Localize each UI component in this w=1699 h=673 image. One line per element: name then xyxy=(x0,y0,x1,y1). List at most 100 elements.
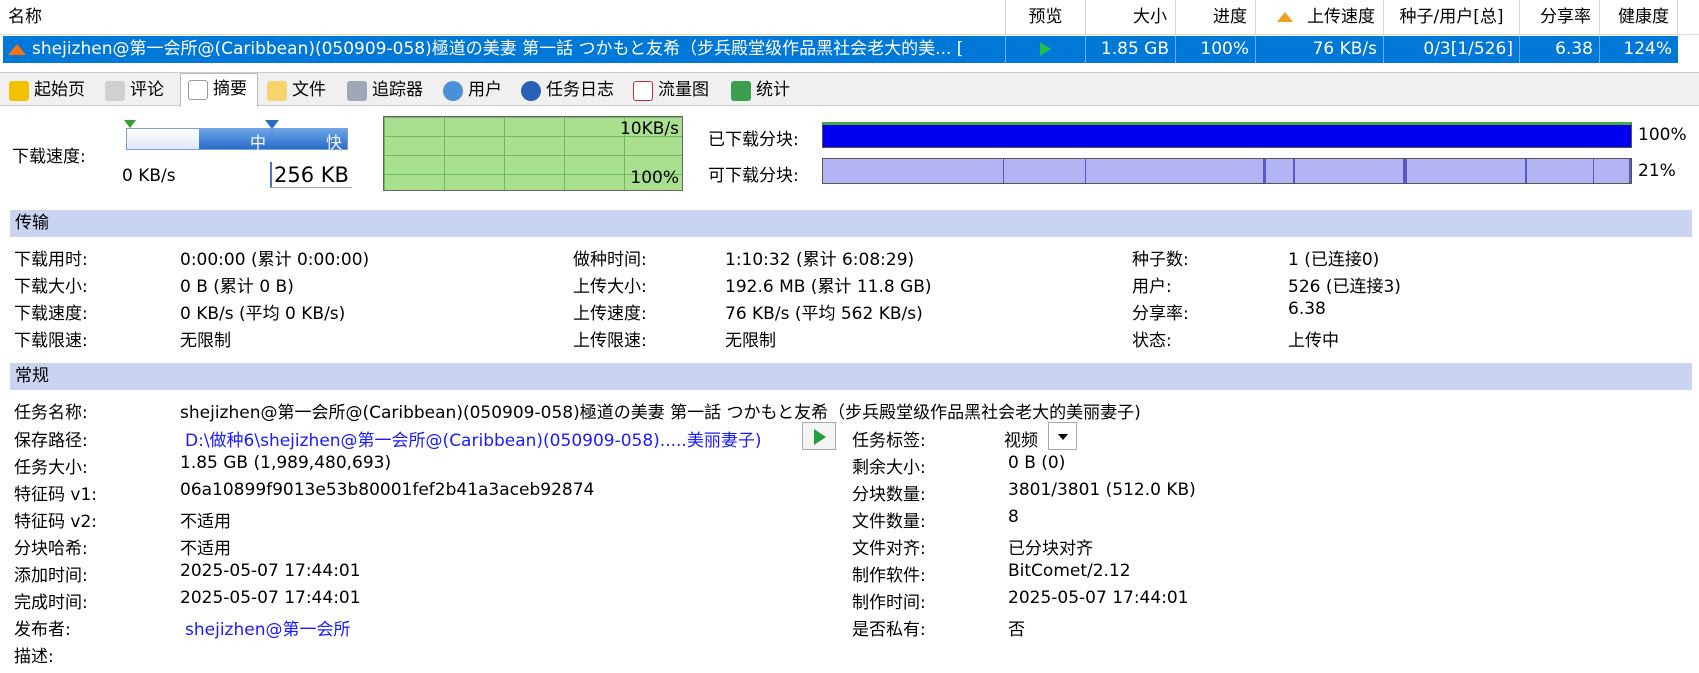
file-count-label: 文件数量: xyxy=(852,512,926,532)
peers-value: 526 (已连接3) xyxy=(1288,277,1401,297)
download-limit-value[interactable]: 无限制 xyxy=(180,326,231,351)
speed-limit-field[interactable]: 256 KB xyxy=(270,162,352,188)
tab-home-label: 起始页 xyxy=(34,80,85,100)
tab-stats-label: 统计 xyxy=(756,80,790,100)
column-upload-speed[interactable]: 上传速度 xyxy=(1256,0,1384,35)
speed-slider[interactable]: 中 快 xyxy=(124,120,350,154)
sort-arrow-icon xyxy=(1277,12,1293,22)
tab-users[interactable]: 用户 xyxy=(436,75,514,105)
tab-comments-label: 评论 xyxy=(130,80,164,100)
share-ratio-value: 6.38 xyxy=(1288,299,1326,319)
open-folder-button[interactable] xyxy=(802,422,836,450)
tab-task-log[interactable]: 任务日志 xyxy=(514,75,626,105)
slider-label-mid: 中 xyxy=(250,133,267,152)
added-time-value: 2025-05-07 17:44:01 xyxy=(180,561,361,581)
hash-v1-label: 特征码 v1: xyxy=(14,485,98,505)
seeding-time-value: 1:10:32 (累计 6:08:29) xyxy=(725,250,915,270)
piece-hash-value: 不适用 xyxy=(180,539,231,559)
hash-v2-label: 特征码 v2: xyxy=(14,512,98,532)
peers-label: 用户: xyxy=(1132,277,1172,297)
download-rate-value: 0 KB/s (平均 0 KB/s) xyxy=(180,304,346,324)
added-time-label: 添加时间: xyxy=(14,566,88,586)
creation-time-value: 2025-05-07 17:44:01 xyxy=(1008,588,1189,608)
upload-limit-value[interactable]: 无限制 xyxy=(725,326,776,351)
remaining-size-label: 剩余大小: xyxy=(852,458,926,478)
file-count-value: 8 xyxy=(1008,507,1019,527)
column-upload-speed-label: 上传速度 xyxy=(1307,7,1375,27)
graph-max-label: 10KB/s xyxy=(619,119,679,139)
column-seeds-peers[interactable]: 种子/用户[总] xyxy=(1384,0,1520,35)
share-ratio-label: 分享率: xyxy=(1132,304,1189,324)
task-tag-dropdown[interactable] xyxy=(1048,422,1077,450)
task-row-preview[interactable] xyxy=(1006,36,1086,63)
tab-traffic-chart-label: 流量图 xyxy=(658,80,709,100)
completed-time-label: 完成时间: xyxy=(14,593,88,613)
download-time-value: 0:00:00 (累计 0:00:00) xyxy=(180,250,370,270)
column-progress[interactable]: 进度 xyxy=(1176,0,1256,35)
tab-task-log-label: 任务日志 xyxy=(546,80,614,100)
task-row-name: shejizhen@第一会所@(Caribbean)(050909-058)極道… xyxy=(32,39,964,59)
downloaded-pieces-percent: 100% xyxy=(1638,125,1687,145)
task-tag-label: 任务标签: xyxy=(852,431,926,451)
description-label: 描述: xyxy=(14,647,54,667)
tab-trackers-label: 追踪器 xyxy=(372,80,423,100)
save-path-link[interactable]: D:\做种6\shejizhen@第一会所@(Caribbean)(050909… xyxy=(185,426,761,451)
upload-rate-value: 76 KB/s (平均 562 KB/s) xyxy=(725,304,923,324)
publisher-link[interactable]: shejizhen@第一会所 xyxy=(185,615,350,640)
task-name-value: shejizhen@第一会所@(Caribbean)(050909-058)極道… xyxy=(180,403,1141,423)
column-name[interactable]: 名称 xyxy=(0,0,1006,35)
tab-stats[interactable]: 统计 xyxy=(724,75,800,105)
download-limit-label: 下载限速: xyxy=(14,331,88,351)
completed-time-value: 2025-05-07 17:44:01 xyxy=(180,588,361,608)
private-value: 否 xyxy=(1008,620,1025,640)
transfer-section-header: 传输 xyxy=(10,210,1692,237)
detail-tabs: 起始页 评论 摘要 文件 追踪器 用户 任务日志 流量图 统计 xyxy=(0,72,1699,107)
download-rate-label: 下载速度: xyxy=(14,304,88,324)
task-list-header: 名称 预览 大小 进度 上传速度 种子/用户[总] 分享率 健康度 xyxy=(0,0,1699,35)
task-tag-value: 视频 xyxy=(1004,431,1038,451)
tab-home[interactable]: 起始页 xyxy=(2,75,96,105)
task-row[interactable]: shejizhen@第一会所@(Caribbean)(050909-058)極道… xyxy=(3,36,1678,63)
traffic-graph: 10KB/s 100% xyxy=(383,116,683,191)
task-row-size: 1.85 GB xyxy=(1086,36,1176,63)
seeding-time-label: 做种时间: xyxy=(573,250,647,270)
created-by-label: 制作软件: xyxy=(852,566,926,586)
slider-min-marker[interactable] xyxy=(124,120,136,128)
tracker-icon xyxy=(347,81,367,101)
status-value: 上传中 xyxy=(1288,331,1339,351)
upload-size-label: 上传大小: xyxy=(573,277,647,297)
seeds-label: 种子数: xyxy=(1132,250,1189,270)
available-pieces-label: 可下载分块: xyxy=(708,166,799,186)
download-time-label: 下载用时: xyxy=(14,250,88,270)
chevron-down-icon xyxy=(1058,434,1068,440)
column-size[interactable]: 大小 xyxy=(1086,0,1176,35)
slider-thumb[interactable] xyxy=(265,120,279,129)
tab-trackers[interactable]: 追踪器 xyxy=(340,75,436,105)
task-size-value: 1.85 GB (1,989,480,693) xyxy=(180,453,392,473)
column-health[interactable]: 健康度 xyxy=(1600,0,1678,35)
hash-v1-value: 06a10899f9013e53b80001fef2b41a3aceb92874 xyxy=(180,480,595,500)
current-download-speed: 0 KB/s xyxy=(122,166,176,186)
seeds-value: 1 (已连接0) xyxy=(1288,250,1380,270)
tab-traffic-chart[interactable]: 流量图 xyxy=(626,75,724,105)
created-by-value: BitComet/2.12 xyxy=(1008,561,1131,581)
upload-rate-label: 上传速度: xyxy=(573,304,647,324)
home-icon xyxy=(9,81,29,101)
play-icon xyxy=(814,429,826,445)
column-preview[interactable]: 预览 xyxy=(1006,0,1086,35)
piece-hash-label: 分块哈希: xyxy=(14,539,88,559)
column-ratio[interactable]: 分享率 xyxy=(1520,0,1600,35)
hash-v2-value: 不适用 xyxy=(180,512,231,532)
tab-files[interactable]: 文件 xyxy=(260,75,338,105)
tab-summary[interactable]: 摘要 xyxy=(180,73,258,107)
graph-percent-label: 100% xyxy=(630,168,679,188)
download-size-value: 0 B (累计 0 B) xyxy=(180,277,294,297)
tab-comments[interactable]: 评论 xyxy=(98,75,178,105)
available-pieces-bar xyxy=(822,158,1632,184)
task-row-name-cell: shejizhen@第一会所@(Caribbean)(050909-058)極道… xyxy=(3,36,1006,63)
downloaded-pieces-label: 已下载分块: xyxy=(708,130,799,150)
downloaded-pieces-bar xyxy=(822,122,1632,148)
private-label: 是否私有: xyxy=(852,620,926,640)
file-alignment-value: 已分块对齐 xyxy=(1008,539,1093,559)
publisher-label: 发布者: xyxy=(14,620,71,640)
